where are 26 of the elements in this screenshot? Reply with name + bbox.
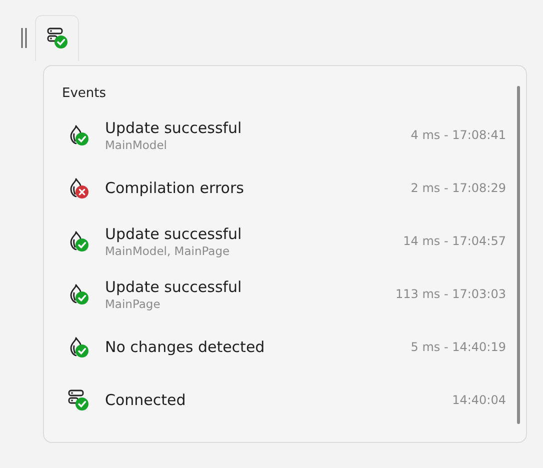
scrollbar[interactable] bbox=[517, 86, 520, 424]
flame-icon bbox=[70, 230, 82, 250]
flame-icon bbox=[70, 178, 82, 197]
event-time: 14:40:04 bbox=[452, 393, 506, 407]
event-time: 2 ms - 17:08:29 bbox=[410, 181, 506, 195]
event-time: 113 ms - 17:03:03 bbox=[395, 287, 506, 301]
event-title: Connected bbox=[105, 391, 187, 409]
event-title: No changes detected bbox=[105, 338, 266, 356]
event-title: Compilation errors bbox=[105, 179, 245, 197]
event-detail: MainPage bbox=[105, 296, 162, 310]
event-time: 5 ms - 14:40:19 bbox=[410, 340, 506, 354]
event-detail: MainModel bbox=[105, 138, 168, 152]
server-icon bbox=[46, 28, 62, 42]
panel-title: Events bbox=[62, 86, 108, 101]
connection-status-button[interactable] bbox=[35, 15, 79, 61]
flame-icon bbox=[70, 336, 82, 356]
event-title: Update successful bbox=[105, 118, 243, 136]
flame-icon bbox=[70, 284, 82, 303]
event-title: Update successful bbox=[105, 224, 243, 242]
event-time: 14 ms - 17:04:57 bbox=[403, 234, 506, 248]
event-title: Update successful bbox=[105, 278, 243, 296]
grip-icon[interactable] bbox=[21, 27, 27, 49]
flame-icon bbox=[70, 124, 82, 144]
event-time: 4 ms - 17:08:41 bbox=[410, 128, 506, 142]
server-icon bbox=[68, 389, 84, 404]
event-detail: MainModel, MainPage bbox=[105, 244, 231, 258]
